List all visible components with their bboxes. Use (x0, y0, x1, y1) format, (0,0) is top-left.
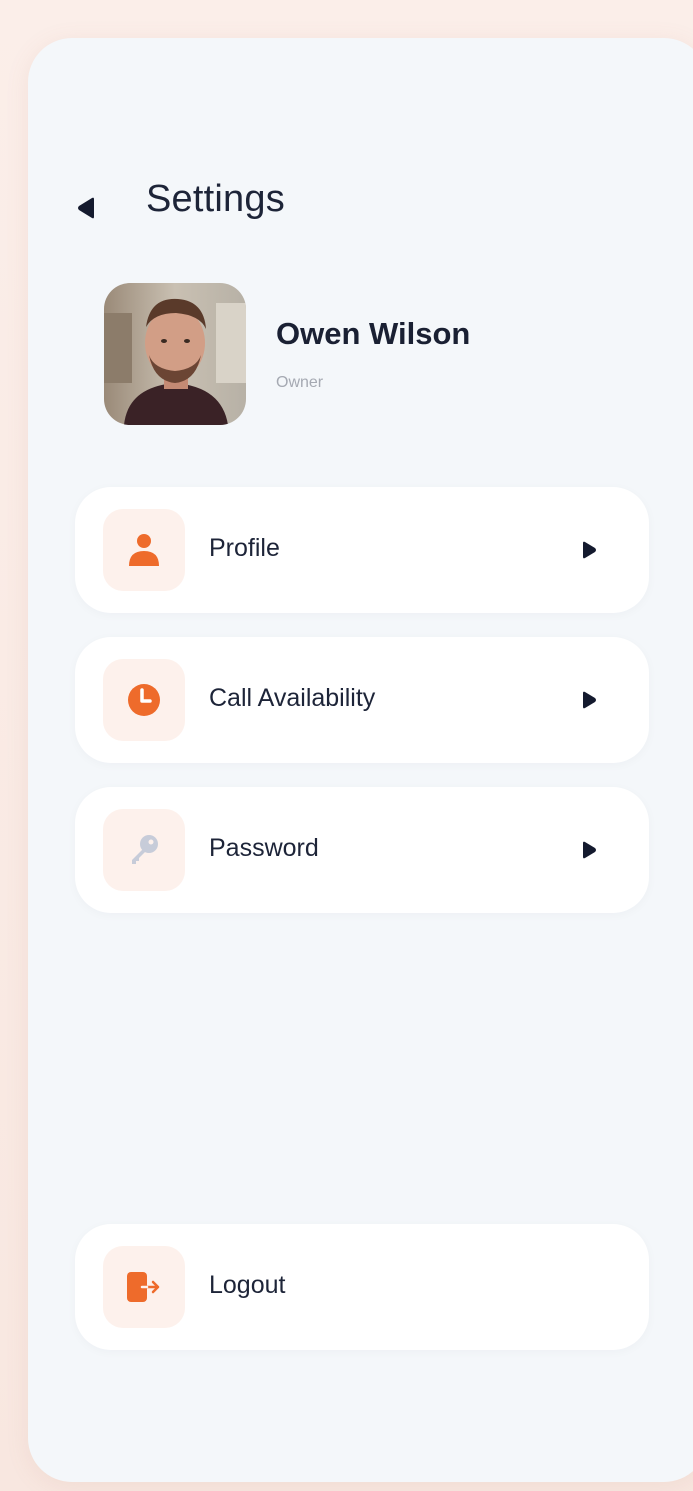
person-icon (129, 534, 159, 566)
menu-item-password[interactable]: Password (75, 787, 649, 913)
page-title: Settings (146, 178, 285, 220)
menu-item-profile[interactable]: Profile (75, 487, 649, 613)
back-arrow-icon (78, 197, 94, 219)
avatar (104, 283, 246, 425)
icon-container (103, 809, 185, 891)
logout-label: Logout (209, 1271, 286, 1299)
menu-item-label: Call Availability (209, 684, 376, 712)
user-name: Owen Wilson (276, 316, 471, 351)
logout-icon (127, 1272, 160, 1302)
clock-icon (128, 684, 160, 716)
icon-container (103, 509, 185, 591)
header: Settings (28, 178, 693, 238)
menu-item-label: Password (209, 834, 319, 862)
menu-item-label: Profile (209, 534, 280, 562)
icon-container (103, 1246, 185, 1328)
key-icon (132, 835, 158, 864)
chevron-right-icon (579, 839, 599, 861)
user-role: Owner (276, 374, 324, 391)
menu-item-call-availability[interactable]: Call Availability (75, 637, 649, 763)
back-button[interactable] (68, 190, 104, 226)
user-profile-header: Owen Wilson Owner (104, 283, 664, 428)
icon-container (103, 659, 185, 741)
chevron-right-icon (579, 539, 599, 561)
settings-screen: Settings Owen Wilson Owner Profile Call … (28, 38, 693, 1482)
chevron-right-icon (579, 689, 599, 711)
logout-button[interactable]: Logout (75, 1224, 649, 1350)
